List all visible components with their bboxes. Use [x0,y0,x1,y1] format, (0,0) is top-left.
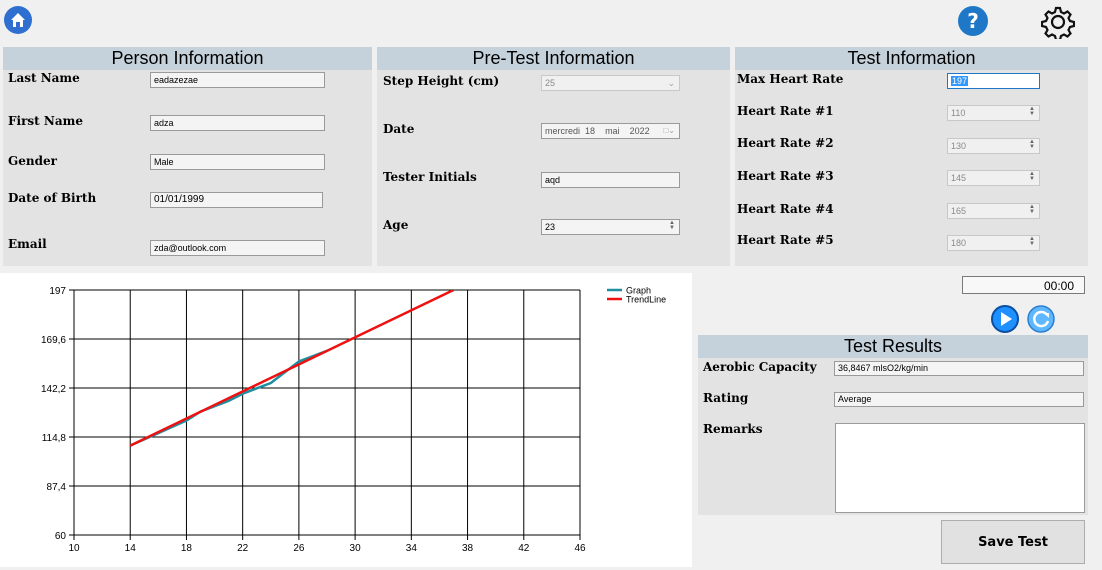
hr3-stepper[interactable]: 145 ▲ ▼ [947,170,1040,186]
gender-input[interactable]: Male [150,154,325,170]
max-hr-value: 197 [951,76,969,86]
hr5-value: 180 [951,238,967,248]
date-year: 2022 [629,126,650,136]
hr1-label: Heart Rate #1 [737,104,834,118]
home-icon[interactable] [3,5,33,35]
y-tick-label: 114,8 [42,433,67,444]
svg-text:?: ? [967,9,979,33]
rating-label: Rating [703,391,749,405]
series-line-trendline [129,290,455,447]
step-height-value: 25 [545,78,556,88]
spinner-arrows-icon[interactable]: ▲ ▼ [1028,236,1036,248]
tester-initials-input[interactable]: aqd [541,172,680,188]
hr4-label: Heart Rate #4 [737,202,834,216]
hr1-value: 110 [951,108,966,118]
gender-label: Gender [8,154,57,168]
x-tick-label: 22 [237,543,249,554]
test-info-panel: Test Information Max Heart Rate 197 Hear… [735,47,1088,266]
step-height-select[interactable]: 25 ⌄ [541,75,680,91]
aerobic-capacity-value: 36,8467 mlsO2/kg/min [834,361,1084,376]
x-tick-label: 38 [462,543,474,554]
date-day: mercredi [545,126,581,136]
person-info-panel: Person Information Last Name eadazezae F… [3,47,372,266]
date-num: 18 [585,126,596,136]
save-test-button[interactable]: Save Test [941,520,1085,564]
spinner-arrows-icon[interactable]: ▲ ▼ [668,220,676,232]
first-name-input[interactable]: adza [150,115,325,131]
hr5-label: Heart Rate #5 [737,233,834,247]
x-tick-label: 42 [518,543,530,554]
test-info-title: Test Information [735,47,1088,70]
max-hr-input[interactable]: 197 [947,73,1040,89]
remarks-textarea[interactable] [835,423,1085,513]
person-info-title: Person Information [3,47,372,70]
calendar-icon[interactable]: □⌄ [663,124,675,138]
hr1-stepper[interactable]: 110 ▲ ▼ [947,105,1040,121]
email-label: Email [8,237,47,251]
chevron-down-icon: ⌄ [667,78,675,88]
last-name-input[interactable]: eadazezae [150,72,325,88]
heart-rate-chart-svg: 10 14 18 22 26 30 34 38 42 46 60 87,4 114,8 142,2 169,… [41,286,666,555]
gear-icon[interactable] [1040,5,1076,42]
y-tick-label: 169,6 [41,335,66,346]
date-label: Date [383,122,415,136]
remarks-label: Remarks [703,422,763,436]
legend-label-trendline: TrendLine [626,295,666,305]
spinner-arrows-icon[interactable]: ▲ ▼ [1028,139,1036,151]
age-label: Age [383,218,409,232]
timer-display: 00:00 [962,276,1085,294]
hr2-value: 130 [951,141,967,151]
hr2-label: Heart Rate #2 [737,136,834,150]
x-tick-label: 46 [574,543,586,554]
test-results-title: Test Results [698,335,1088,358]
y-tick-label: 197 [49,286,66,297]
y-tick-label: 87,4 [47,482,67,493]
last-name-label: Last Name [8,71,80,85]
spinner-arrows-icon[interactable]: ▲ ▼ [1028,171,1036,183]
max-hr-label: Max Heart Rate [737,72,844,86]
aerobic-capacity-label: Aerobic Capacity [703,360,817,374]
help-icon[interactable]: ? [957,5,989,37]
spinner-arrows-icon[interactable]: ▲ ▼ [1028,106,1036,118]
hr3-value: 145 [951,173,967,183]
x-tick-label: 18 [181,543,193,554]
hr3-label: Heart Rate #3 [737,169,834,183]
play-icon[interactable] [991,305,1019,333]
x-tick-label: 10 [68,543,80,554]
test-results-panel: Test Results Aerobic Capacity 36,8467 ml… [698,335,1088,515]
y-tick-label: 60 [55,531,67,542]
hr5-stepper[interactable]: 180 ▲ ▼ [947,235,1040,251]
hr2-stepper[interactable]: 130 ▲ ▼ [947,138,1040,154]
x-tick-label: 14 [125,543,137,554]
hr4-value: 165 [951,206,967,216]
x-tick-label: 26 [293,543,305,554]
tester-initials-label: Tester Initials [383,170,477,184]
date-month: mai [605,126,620,136]
date-picker[interactable]: mercredi 18 mai 2022 □⌄ [541,123,680,139]
spinner-arrows-icon[interactable]: ▲ ▼ [1028,204,1036,216]
rating-value: Average [834,392,1084,407]
pretest-info-panel: Pre-Test Information Step Height (cm) 25… [377,47,730,266]
age-stepper[interactable]: 23 ▲ ▼ [541,219,680,235]
pretest-info-title: Pre-Test Information [377,47,730,70]
dob-input[interactable]: 01/01/1999 [150,192,323,208]
x-tick-label: 34 [406,543,418,554]
hr4-stepper[interactable]: 165 ▲ ▼ [947,203,1040,219]
step-height-label: Step Height (cm) [383,74,500,88]
dob-label: Date of Birth [8,191,97,205]
x-tick-label: 30 [350,543,362,554]
heart-rate-chart: 10 14 18 22 26 30 34 38 42 46 60 87,4 114,8 142,2 169,… [0,273,692,567]
refresh-icon[interactable] [1027,305,1055,333]
age-value: 23 [545,222,556,232]
y-tick-label: 142,2 [41,384,66,395]
first-name-label: First Name [8,114,83,128]
email-input[interactable]: zda@outlook.com [150,240,325,256]
